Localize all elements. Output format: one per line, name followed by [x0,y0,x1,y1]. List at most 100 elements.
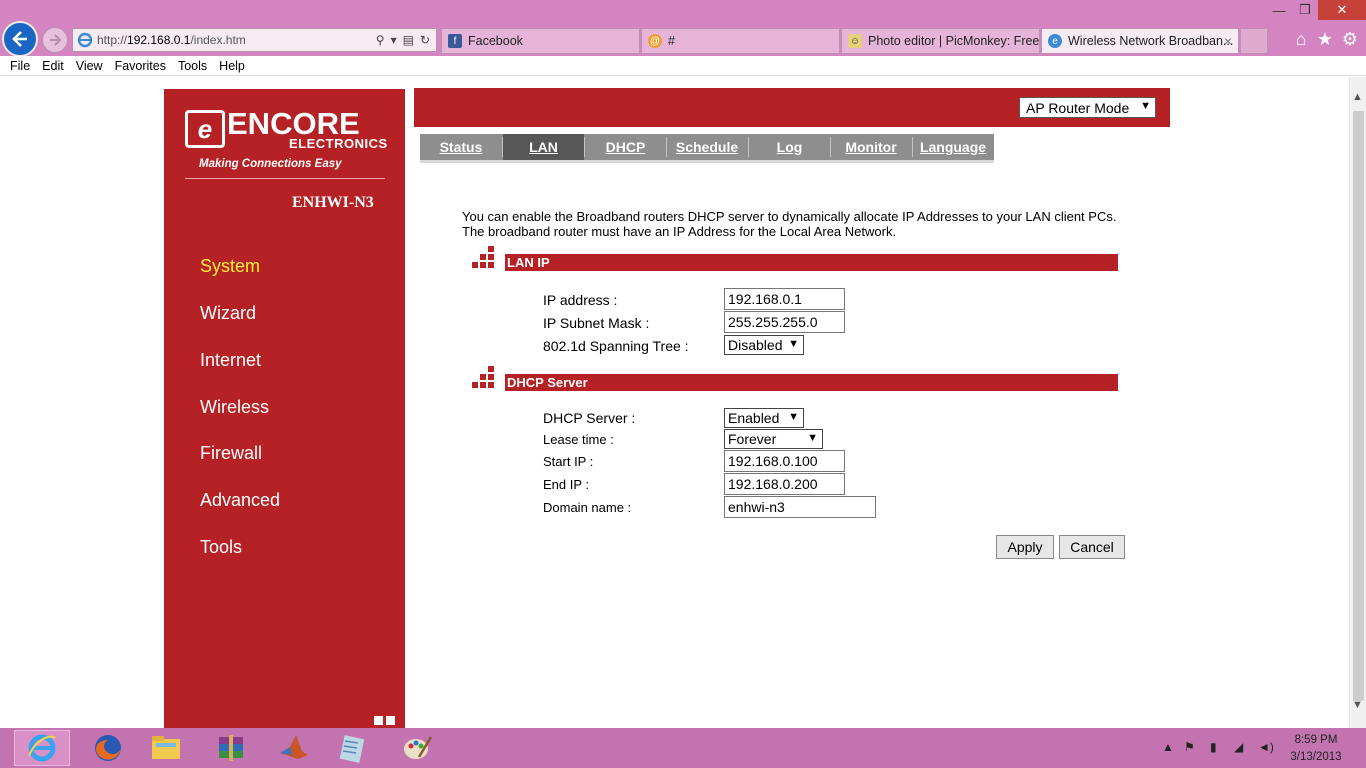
side-nav-wireless[interactable]: Wireless [200,397,269,418]
lease-time-select[interactable]: Forever ▼ [724,429,823,449]
menu-tools[interactable]: Tools [172,59,213,73]
system-clock[interactable]: 8:59 PM 3/13/2013 [1290,732,1342,766]
taskbar-matlab[interactable] [266,730,322,766]
domain-name-input[interactable]: enhwi-n3 [724,496,876,518]
restore-button[interactable]: ❐ [1292,0,1318,20]
firefox-icon [95,735,121,761]
spanning-tree-label: 802.1d Spanning Tree : [543,338,689,354]
spanning-tree-value: Disabled [728,337,783,353]
menu-favorites[interactable]: Favorites [109,59,172,73]
lease-time-label: Lease time : [543,432,614,447]
power-icon[interactable]: ▮ [1210,740,1217,754]
subnet-mask-input[interactable]: 255.255.255.0 [724,311,845,333]
paint-palette-icon [404,736,433,759]
section-bullet-icon [472,246,502,272]
tab-log[interactable]: Log [749,134,830,160]
model-name: ENHWI-N3 [292,194,374,211]
tab-picmonkey[interactable]: ☺ Photo editor | PicMonkey: Free... [841,28,1040,54]
scroll-down-icon[interactable]: ▼ [1352,699,1363,711]
end-ip-input[interactable]: 192.168.0.200 [724,473,845,495]
mode-select[interactable]: AP Router Mode ▼ [1019,97,1156,118]
search-icon[interactable]: ⚲ [376,33,385,47]
tab-hash[interactable]: @ # [641,28,840,54]
chevron-down-icon: ▼ [807,432,818,444]
start-ip-input[interactable]: 192.168.0.100 [724,450,845,472]
network-signal-icon[interactable]: ◢ [1234,740,1243,754]
chevron-down-icon: ▼ [1140,100,1151,112]
ie-page-icon [77,32,93,48]
dhcp-server-label: DHCP Server : [543,410,636,426]
ip-address-input[interactable]: 192.168.0.1 [724,288,845,310]
show-hidden-icons[interactable]: ▲ [1162,740,1174,754]
spanning-tree-select[interactable]: Disabled ▼ [724,335,804,355]
taskbar-notepad[interactable] [324,730,380,766]
winrar-icon [219,735,243,761]
facebook-icon: f [448,34,462,48]
menu-help[interactable]: Help [213,59,251,73]
taskbar-file-explorer[interactable] [138,730,194,766]
favorites-star-icon[interactable]: ★ [1314,28,1336,50]
forward-button[interactable] [42,27,68,53]
compat-view-icon[interactable]: ▤ [403,33,414,47]
scroll-thumb[interactable] [1353,111,1364,701]
tab-status[interactable]: Status [420,134,502,160]
address-bar[interactable]: http://192.168.0.1/index.htm ⚲ ▾ ▤ ↻ [72,28,437,52]
scroll-up-icon[interactable]: ▲ [1352,91,1363,103]
dropdown-arrow-icon[interactable]: ▾ [391,33,397,47]
home-icon[interactable]: ⌂ [1290,28,1312,50]
vertical-scrollbar[interactable]: ▲ ▼ [1349,77,1366,728]
forward-arrow-icon [50,34,62,46]
dhcp-server-select[interactable]: Enabled ▼ [724,408,804,428]
taskbar-internet-explorer[interactable] [14,730,70,766]
tab-facebook[interactable]: f Facebook [441,28,640,54]
menu-edit[interactable]: Edit [36,59,70,73]
apply-button[interactable]: Apply [996,535,1054,559]
tab-language[interactable]: Language [913,134,993,160]
side-nav-advanced[interactable]: Advanced [200,490,280,511]
menu-view[interactable]: View [70,59,109,73]
back-button[interactable] [2,21,38,57]
internet-explorer-icon [28,734,56,762]
logo-divider [185,178,385,179]
start-ip-label: Start IP : [543,454,594,469]
chevron-down-icon: ▼ [788,338,799,350]
corner-square [374,716,383,725]
refresh-icon[interactable]: ↻ [420,33,430,47]
side-nav-internet[interactable]: Internet [200,350,261,371]
menu-bar: File Edit View Favorites Tools Help [0,56,1366,76]
side-nav-firewall[interactable]: Firewall [200,443,262,464]
gear-icon[interactable]: ⚙ [1339,28,1361,50]
tab-label: Facebook [468,34,523,48]
minimize-button[interactable]: — [1266,0,1292,20]
close-window-button[interactable]: ✕ [1318,0,1366,20]
logo-subtitle: ELECTRONICS [289,136,388,151]
action-center-flag-icon[interactable]: ⚑ [1184,740,1195,754]
side-nav-system[interactable]: System [200,256,260,277]
volume-icon[interactable]: ◄) [1258,740,1274,754]
menu-file[interactable]: File [4,59,36,73]
tab-label: Wireless Network Broadban... [1068,34,1234,48]
tab-label: Photo editor | PicMonkey: Free... [868,34,1040,48]
section-lan-ip: LAN IP [505,254,1118,271]
taskbar-paint[interactable] [389,730,445,766]
end-ip-label: End IP : [543,477,590,492]
clock-date: 3/13/2013 [1290,751,1342,763]
logo-tagline: Making Connections Easy [199,158,342,170]
close-tab-icon[interactable]: × [1224,33,1232,49]
subnet-mask-label: IP Subnet Mask : [543,315,650,331]
page-description: You can enable the Broadband routers DHC… [462,209,1117,239]
tab-lan[interactable]: LAN [503,134,584,160]
tab-dhcp[interactable]: DHCP [585,134,666,160]
tab-label: # [668,34,675,48]
lease-time-value: Forever [728,431,777,447]
clock-time: 8:59 PM [1294,734,1338,746]
new-tab-button[interactable] [1240,28,1268,54]
side-nav-wizard[interactable]: Wizard [200,303,256,324]
tab-monitor[interactable]: Monitor [831,134,911,160]
tab-wireless-network[interactable]: e Wireless Network Broadban... × [1041,28,1239,54]
side-nav-tools[interactable]: Tools [200,537,242,558]
cancel-button[interactable]: Cancel [1059,535,1125,559]
taskbar-firefox[interactable] [80,730,136,766]
tab-schedule[interactable]: Schedule [667,134,747,160]
taskbar-winrar[interactable] [203,730,259,766]
